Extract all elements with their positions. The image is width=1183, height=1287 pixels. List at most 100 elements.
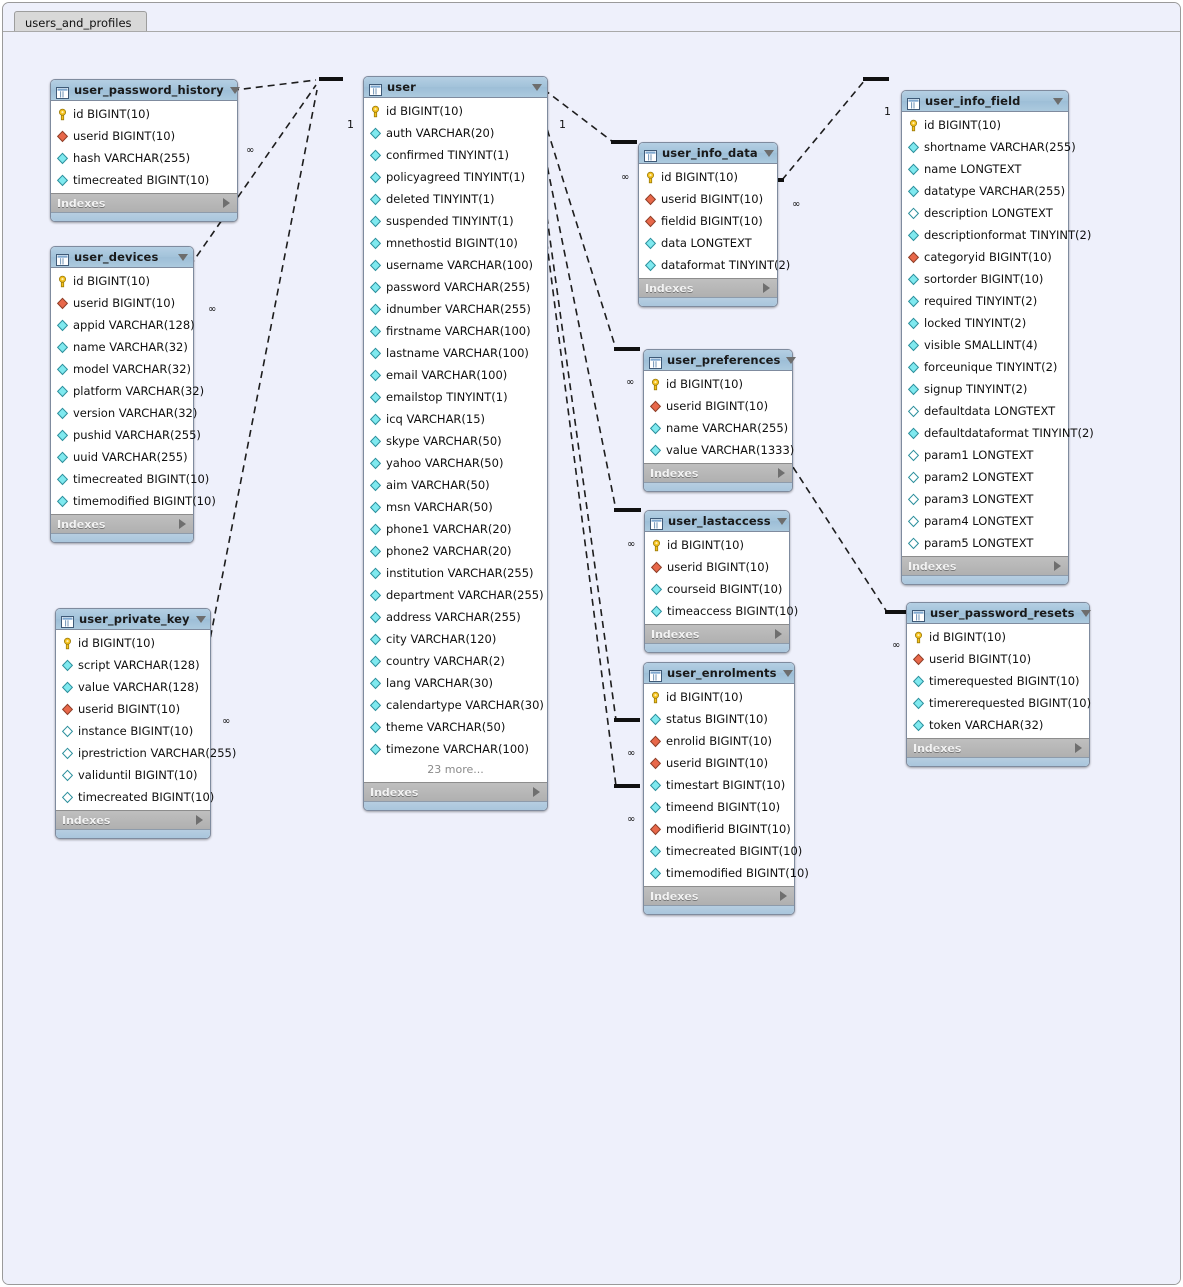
column-row[interactable]: iprestriction VARCHAR(255) [56,742,236,764]
column-row[interactable]: id BIGINT(10) [644,373,792,395]
table-header-user_private_key[interactable]: user_private_key [56,609,210,630]
column-row[interactable]: id BIGINT(10) [907,626,1089,648]
column-row[interactable]: timecreated BIGINT(10) [51,468,209,490]
column-row[interactable]: confirmed TINYINT(1) [364,144,547,166]
indexes-section-user_devices[interactable]: Indexes [51,514,193,533]
table-header-user_info_data[interactable]: user_info_data [639,143,777,164]
table-header-user_preferences[interactable]: user_preferences [644,350,797,371]
indexes-section-user_enrolments[interactable]: Indexes [644,886,794,905]
column-row[interactable]: param4 LONGTEXT [902,510,1068,532]
column-row[interactable]: appid VARCHAR(128) [51,314,195,336]
column-row[interactable]: country VARCHAR(2) [364,650,547,672]
column-row[interactable]: userid BIGINT(10) [644,752,794,774]
table-user_info_field[interactable]: user_info_field id BIGINT(10) shortname VA… [901,90,1094,585]
column-row[interactable]: timeend BIGINT(10) [644,796,794,818]
column-row[interactable]: version VARCHAR(32) [51,402,197,424]
column-row[interactable]: courseid BIGINT(10) [645,578,789,600]
column-row[interactable]: forceunique TINYINT(2) [902,356,1068,378]
column-row[interactable]: fieldid BIGINT(10) [639,210,777,232]
column-row[interactable]: userid BIGINT(10) [645,556,789,578]
column-row[interactable]: pushid VARCHAR(255) [51,424,201,446]
column-row[interactable]: id BIGINT(10) [902,114,1068,136]
chevron-right-icon[interactable] [763,283,770,293]
column-row[interactable]: username VARCHAR(100) [364,254,547,276]
table-header-user_password_history[interactable]: user_password_history [51,80,240,101]
chevron-down-icon[interactable] [776,517,787,525]
column-row[interactable]: description LONGTEXT [902,202,1068,224]
column-row[interactable]: aim VARCHAR(50) [364,474,547,496]
column-row[interactable]: timecreated BIGINT(10) [56,786,214,808]
chevron-right-icon[interactable] [196,815,203,825]
column-row[interactable]: model VARCHAR(32) [51,358,193,380]
indexes-section-user_password_resets[interactable]: Indexes [907,738,1089,757]
column-row[interactable]: defaultdataformat TINYINT(2) [902,422,1094,444]
table-user_password_history[interactable]: user_password_history id BIGINT(10) userid… [50,79,240,222]
column-row[interactable]: script VARCHAR(128) [56,654,210,676]
chevron-down-icon[interactable] [1053,97,1063,105]
column-row[interactable]: userid BIGINT(10) [51,125,237,147]
column-row[interactable]: lastname VARCHAR(100) [364,342,547,364]
column-row[interactable]: phone1 VARCHAR(20) [364,518,547,540]
column-row[interactable]: modifierid BIGINT(10) [644,818,794,840]
column-row[interactable]: city VARCHAR(120) [364,628,547,650]
tab-users-and-profiles[interactable]: users_and_profiles [14,11,147,32]
column-row[interactable]: sortorder BIGINT(10) [902,268,1068,290]
table-user_private_key[interactable]: user_private_key id BIGINT(10) script VARC… [55,608,236,839]
column-row[interactable]: phone2 VARCHAR(20) [364,540,547,562]
column-row[interactable]: userid BIGINT(10) [907,648,1089,670]
column-row[interactable]: descriptionformat TINYINT(2) [902,224,1091,246]
chevron-right-icon[interactable] [778,468,785,478]
column-row[interactable]: id BIGINT(10) [56,632,210,654]
column-row[interactable]: id BIGINT(10) [639,166,777,188]
column-row[interactable]: msn VARCHAR(50) [364,496,547,518]
column-row[interactable]: instance BIGINT(10) [56,720,210,742]
column-row[interactable]: skype VARCHAR(50) [364,430,547,452]
column-row[interactable]: id BIGINT(10) [364,100,547,122]
column-row[interactable]: userid BIGINT(10) [56,698,210,720]
column-row[interactable]: idnumber VARCHAR(255) [364,298,547,320]
column-row[interactable]: timezone VARCHAR(100) [364,738,547,760]
column-row[interactable]: userid BIGINT(10) [644,395,792,417]
table-header-user_enrolments[interactable]: user_enrolments [644,663,794,684]
indexes-section-user_private_key[interactable]: Indexes [56,810,210,829]
column-row[interactable]: mnethostid BIGINT(10) [364,232,547,254]
table-header-user_lastaccess[interactable]: user_lastaccess [645,511,789,532]
table-user_devices[interactable]: user_devices id BIGINT(10) userid BIGINT(1… [50,246,216,543]
column-row[interactable]: id BIGINT(10) [51,270,193,292]
table-user_info_data[interactable]: user_info_data id BIGINT(10) userid BIGINT… [638,142,790,307]
indexes-section-user_info_field[interactable]: Indexes [902,556,1068,575]
column-row[interactable]: firstname VARCHAR(100) [364,320,547,342]
table-header-user_password_resets[interactable]: user_password_resets [907,603,1091,624]
column-row[interactable]: theme VARCHAR(50) [364,716,547,738]
chevron-down-icon[interactable] [532,83,542,91]
column-row[interactable]: policyagreed TINYINT(1) [364,166,547,188]
column-row[interactable]: id BIGINT(10) [645,534,789,556]
indexes-section-user_info_data[interactable]: Indexes [639,278,777,297]
column-row[interactable]: param3 LONGTEXT [902,488,1068,510]
table-user_password_resets[interactable]: user_password_resets id BIGINT(10) userid … [906,602,1091,767]
indexes-section-user[interactable]: Indexes [364,782,547,801]
column-row[interactable]: password VARCHAR(255) [364,276,547,298]
column-row[interactable]: timererequested BIGINT(10) [907,692,1091,714]
chevron-down-icon[interactable] [786,356,797,364]
column-row[interactable]: required TINYINT(2) [902,290,1068,312]
chevron-down-icon[interactable] [1080,609,1091,617]
column-row[interactable]: name LONGTEXT [902,158,1068,180]
column-row[interactable]: hash VARCHAR(255) [51,147,237,169]
chevron-right-icon[interactable] [223,198,230,208]
column-row[interactable]: validuntil BIGINT(10) [56,764,210,786]
column-row[interactable]: id BIGINT(10) [644,686,794,708]
indexes-section-user_password_history[interactable]: Indexes [51,193,237,212]
column-row[interactable]: timestart BIGINT(10) [644,774,794,796]
column-row[interactable]: status BIGINT(10) [644,708,794,730]
more-columns-label[interactable]: 23 more... [364,760,547,780]
chevron-right-icon[interactable] [780,891,787,901]
column-row[interactable]: userid BIGINT(10) [639,188,777,210]
column-row[interactable]: visible SMALLINT(4) [902,334,1068,356]
column-row[interactable]: deleted TINYINT(1) [364,188,547,210]
column-row[interactable]: department VARCHAR(255) [364,584,547,606]
chevron-right-icon[interactable] [1075,743,1082,753]
column-row[interactable]: param5 LONGTEXT [902,532,1068,554]
column-row[interactable]: value VARCHAR(1333) [644,439,794,461]
column-row[interactable]: icq VARCHAR(15) [364,408,547,430]
